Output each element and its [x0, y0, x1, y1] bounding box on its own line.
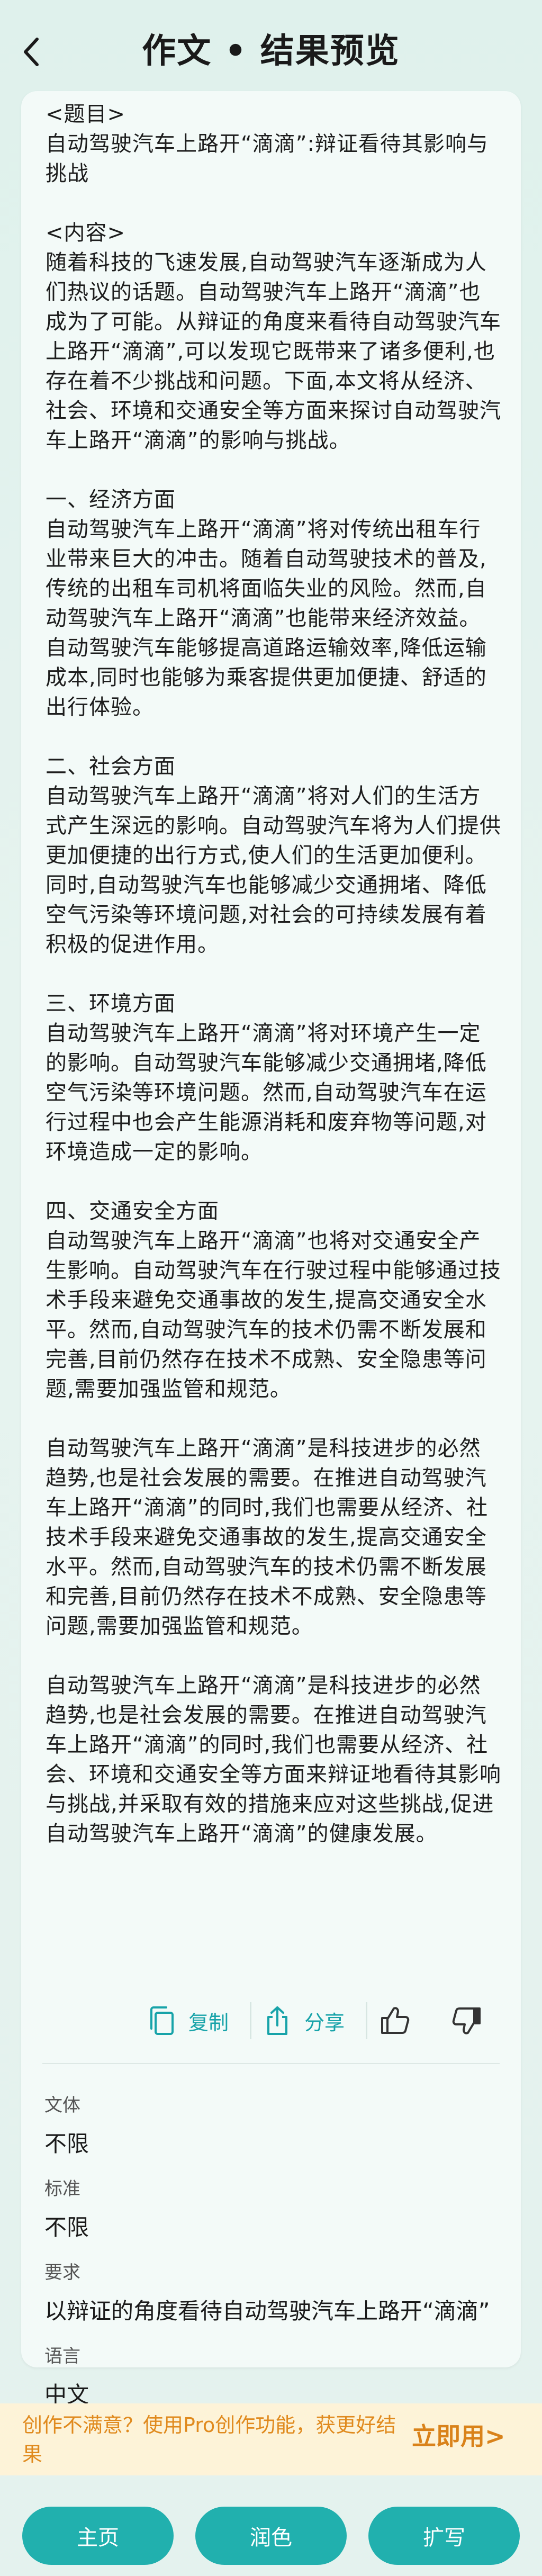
copy-icon: [150, 2006, 174, 2035]
share-label: 分享: [304, 2011, 345, 2034]
standard-value: 不限: [44, 2214, 89, 2240]
pro-promo-banner[interactable]: 创作不满意？使用Pro创作功能，获更好结果 立即用>: [0, 2403, 542, 2475]
essay-settings: 文体 不限 标准 不限 要求 以辩证的角度看待自动驾驶汽车上路开“滴滴” 语言 …: [44, 2076, 502, 2411]
like-button[interactable]: [380, 2005, 424, 2036]
style-value: 不限: [44, 2131, 89, 2157]
requirement-value: 以辩证的角度看待自动驾驶汽车上路开“滴滴”: [44, 2298, 490, 2324]
action-bar: 复制 分享: [148, 1994, 519, 2047]
share-icon: [267, 2006, 288, 2035]
dislike-button[interactable]: [451, 2005, 495, 2036]
thumbs-down-icon: [452, 2007, 481, 2034]
expand-button[interactable]: 扩写: [368, 2507, 520, 2565]
home-button[interactable]: 主页: [22, 2507, 174, 2565]
thumbs-up-icon: [381, 2007, 410, 2034]
polish-button[interactable]: 润色: [195, 2507, 347, 2565]
promo-text: 创作不满意？使用Pro创作功能，获更好结果: [22, 2413, 396, 2466]
copy-button[interactable]: 复制: [148, 2005, 229, 2036]
section-divider: [42, 2063, 500, 2064]
requirement-label: 要求: [44, 2262, 80, 2283]
header: 作文 • 结果预览: [0, 0, 542, 101]
style-label: 文体: [44, 2095, 80, 2116]
essay-text: <题目> 自动驾驶汽车上路开“滴滴”:辩证看待其影响与挑战 <内容> 随着科技的…: [46, 102, 501, 1846]
language-label: 语言: [44, 2346, 80, 2367]
action-divider: [366, 2002, 368, 2039]
action-divider: [250, 2002, 252, 2039]
result-card: <题目> 自动驾驶汽车上路开“滴滴”:辩证看待其影响与挑战 <内容> 随着科技的…: [21, 91, 521, 2408]
standard-label: 标准: [44, 2178, 80, 2200]
copy-label: 复制: [188, 2011, 229, 2034]
share-button[interactable]: 分享: [264, 2005, 345, 2036]
use-now-link[interactable]: 立即用>: [412, 2419, 505, 2453]
page-title: 作文 • 结果预览: [142, 32, 400, 71]
